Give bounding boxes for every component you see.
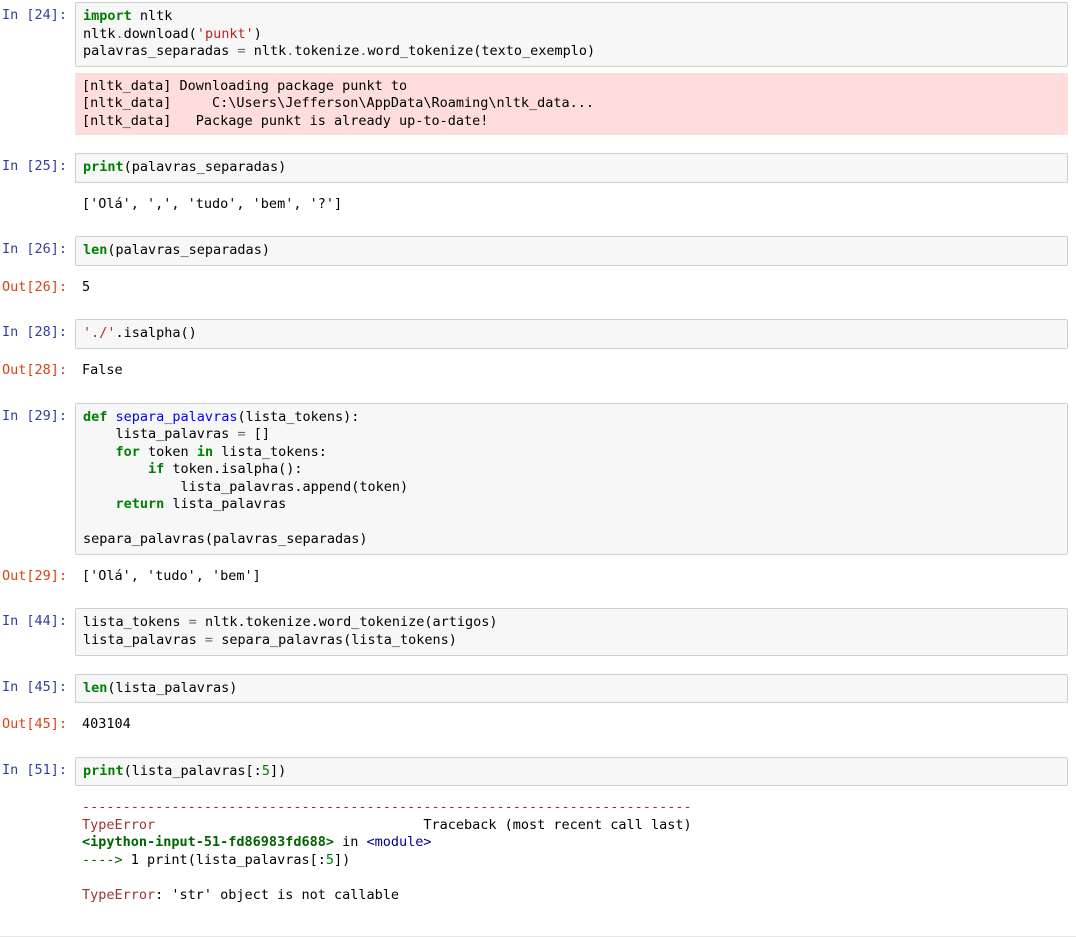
code-input[interactable]: print(lista_palavras[:5]) <box>75 757 1068 787</box>
code-input[interactable]: def separa_palavras(lista_tokens): lista… <box>75 403 1068 555</box>
code-input[interactable]: print(palavras_separadas) <box>75 153 1068 183</box>
output-prompt: Out[29]: <box>0 563 75 591</box>
input-prompt: In [25]: <box>0 153 75 181</box>
notebook-container: In [24]: import nltk nltk.download('punk… <box>0 0 1076 937</box>
input-prompt: In [28]: <box>0 319 75 347</box>
output-row-26: Out[26]: 5 <box>0 272 1076 304</box>
code-cell-45: In [45]: len(lista_palavras) <box>0 672 1076 706</box>
output-prompt: Out[28]: <box>0 357 75 385</box>
input-prompt: In [26]: <box>0 236 75 264</box>
code-cell-24: In [24]: import nltk nltk.download('punk… <box>0 0 1076 137</box>
code-input[interactable]: len(palavras_separadas) <box>75 236 1068 266</box>
code-input[interactable]: './'.isalpha() <box>75 319 1068 349</box>
code-cell-29: In [29]: def separa_palavras(lista_token… <box>0 401 1076 557</box>
input-prompt: In [45]: <box>0 674 75 702</box>
code-cell-26: In [26]: len(palavras_separadas) <box>0 234 1076 268</box>
output-result: 403104 <box>75 711 1068 739</box>
output-result: False <box>75 357 1068 385</box>
code-cell-51: In [51]: print(lista_palavras[:5]) <box>0 755 1076 789</box>
output-stdout: ['Olá', ',', 'tudo', 'bem', '?'] <box>75 191 1068 219</box>
output-prompt: Out[45]: <box>0 711 75 739</box>
code-input[interactable]: lista_tokens = nltk.tokenize.word_tokeni… <box>75 608 1068 655</box>
code-cell-44: In [44]: lista_tokens = nltk.tokenize.wo… <box>0 606 1076 657</box>
code-input[interactable]: import nltk nltk.download('punkt') palav… <box>75 2 1068 67</box>
output-result: 5 <box>75 274 1068 302</box>
input-prompt: In [29]: <box>0 403 75 431</box>
code-cell-28: In [28]: './'.isalpha() <box>0 317 1076 351</box>
output-traceback: ----------------------------------------… <box>75 794 1068 909</box>
input-prompt: In [51]: <box>0 757 75 785</box>
output-stderr: [nltk_data] Downloading package punkt to… <box>75 73 1068 136</box>
code-cell-25: In [25]: print(palavras_separadas) <box>0 151 1076 185</box>
empty-prompt <box>0 794 75 804</box>
output-row-45: Out[45]: 403104 <box>0 709 1076 741</box>
output-row-29: Out[29]: ['Olá', 'tudo', 'bem'] <box>0 561 1076 593</box>
input-prompt: In [24]: <box>0 2 75 30</box>
output-prompt: Out[26]: <box>0 274 75 302</box>
empty-prompt <box>0 191 75 201</box>
output-result: ['Olá', 'tudo', 'bem'] <box>75 563 1068 591</box>
input-prompt: In [44]: <box>0 608 75 636</box>
output-row-25: ['Olá', ',', 'tudo', 'bem', '?'] <box>0 189 1076 221</box>
output-row-28: Out[28]: False <box>0 355 1076 387</box>
output-row-51: ----------------------------------------… <box>0 792 1076 911</box>
code-input[interactable]: len(lista_palavras) <box>75 674 1068 704</box>
